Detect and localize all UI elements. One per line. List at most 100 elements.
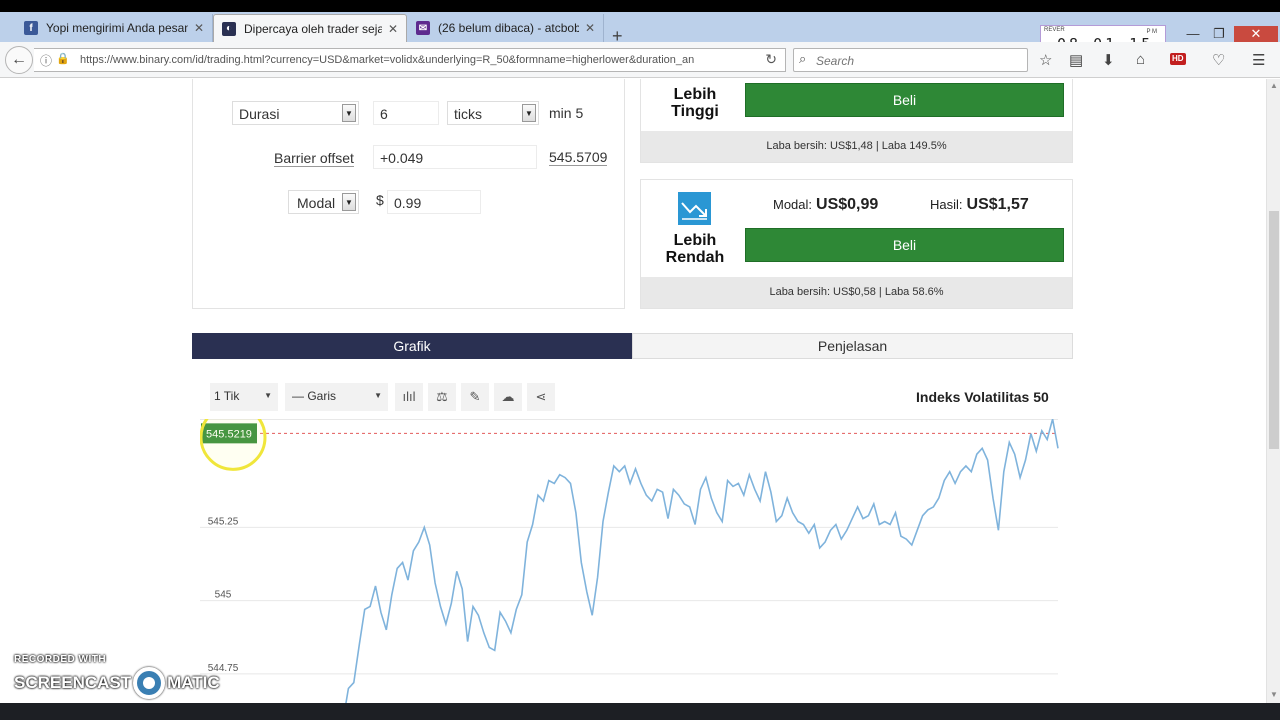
amount-input[interactable]: 0.99 bbox=[387, 190, 481, 214]
duration-unit-select[interactable]: ticks ▼ bbox=[447, 101, 539, 125]
chart-type-dropdown[interactable]: — Garis ▼ bbox=[285, 383, 388, 411]
contract-title-line: Lebih bbox=[673, 86, 717, 103]
buy-lower-button[interactable]: Beli bbox=[745, 228, 1064, 262]
watermark-left: SCREENCAST bbox=[14, 673, 132, 692]
chevron-down-icon: ▼ bbox=[342, 104, 356, 122]
browser-tab-strip: f Yopi mengirimi Anda pesan ✕ ◐ Dipercay… bbox=[0, 12, 1280, 59]
os-taskbar bbox=[0, 703, 1280, 720]
browser-tab-facebook[interactable]: f Yopi mengirimi Anda pesan ✕ bbox=[16, 14, 213, 42]
trade-form-panel: Durasi ▼ 6 ticks ▼ min 5 Barrier offset … bbox=[192, 79, 625, 309]
close-window-button[interactable]: ✕ bbox=[1234, 26, 1278, 42]
barrier-offset-input[interactable]: +0.049 bbox=[373, 145, 537, 169]
downloads-icon[interactable]: ⬇ bbox=[1102, 51, 1115, 69]
falling-arrow-icon bbox=[681, 202, 707, 220]
binary-site-icon: ◐ bbox=[222, 21, 236, 36]
cursor-highlight bbox=[200, 419, 267, 471]
chevron-down-icon: ▼ bbox=[522, 104, 536, 122]
tab-label: Dipercaya oleh trader sejak... bbox=[244, 21, 382, 36]
y-tick-label: 545.25 bbox=[208, 516, 239, 527]
lower-trend-icon bbox=[678, 192, 711, 225]
contract-title-line: Lebih bbox=[673, 232, 717, 249]
tab-label: (26 belum dibaca) - atcbob... bbox=[438, 21, 579, 35]
caret-down-icon: ▼ bbox=[374, 391, 382, 400]
contract-higher: Lebih Tinggi Beli Laba bersih: US$1,48 |… bbox=[640, 79, 1073, 163]
chart-tabs: Grafik Penjelasan bbox=[192, 333, 1073, 359]
screen: f Yopi mengirimi Anda pesan ✕ ◐ Dipercay… bbox=[0, 0, 1280, 720]
duration-min-hint: min 5 bbox=[549, 105, 584, 121]
url-bar[interactable]: ⓘ 🔒 https://www.binary.com/id/trading.ht… bbox=[34, 48, 786, 72]
watermark-right: MATIC bbox=[167, 673, 220, 692]
amount-type-select[interactable]: Modal ▼ bbox=[288, 190, 359, 214]
close-tab-icon[interactable]: ✕ bbox=[194, 21, 204, 35]
price-chart[interactable]: 545.25545544.75 545.5219 bbox=[200, 419, 1066, 703]
series-line bbox=[345, 419, 1059, 703]
contract-higher-profit: Laba bersih: US$1,48 | Laba 149.5% bbox=[641, 131, 1072, 162]
chart-title: Indeks Volatilitas 50 bbox=[916, 389, 1049, 405]
payout-value: US$1,57 bbox=[966, 196, 1029, 213]
payout-label: Hasil: bbox=[930, 197, 963, 212]
page-content: Durasi ▼ 6 ticks ▼ min 5 Barrier offset … bbox=[0, 79, 1266, 703]
browser-tab-binary[interactable]: ◐ Dipercaya oleh trader sejak... ✕ bbox=[213, 14, 407, 42]
screencast-logo-icon bbox=[133, 667, 166, 699]
search-input[interactable] bbox=[816, 52, 1016, 69]
url-text[interactable]: https://www.binary.com/id/trading.html?c… bbox=[80, 54, 694, 66]
reading-list-icon[interactable]: ▤ bbox=[1069, 51, 1083, 69]
navigation-bar: ← ⓘ 🔒 https://www.binary.com/id/trading.… bbox=[0, 42, 1280, 78]
chevron-down-icon: ▼ bbox=[342, 193, 356, 211]
contract-lower: Lebih Rendah Modal: US$0,99 Hasil: US$1,57… bbox=[640, 179, 1073, 309]
chart-type-value: — Garis bbox=[292, 389, 337, 403]
lock-icon: 🔒 bbox=[56, 53, 70, 65]
stake-value: US$0,99 bbox=[816, 196, 879, 213]
pocket-icon[interactable]: ♡ bbox=[1212, 51, 1225, 69]
hd-badge[interactable]: HD bbox=[1170, 53, 1186, 65]
compare-icon[interactable]: ⚖ bbox=[428, 383, 456, 411]
search-icon: ⌕ bbox=[799, 51, 807, 66]
scrollbar-thumb[interactable] bbox=[1269, 211, 1279, 449]
home-icon[interactable]: ⌂ bbox=[1136, 51, 1145, 68]
y-tick-label: 545 bbox=[215, 590, 232, 601]
contract-lower-profit: Laba bersih: US$0,58 | Laba 58.6% bbox=[641, 277, 1072, 308]
contract-lower-title: Lebih Rendah bbox=[653, 232, 737, 266]
menu-icon[interactable]: ☰ bbox=[1252, 51, 1265, 69]
mail-icon: ✉ bbox=[416, 21, 430, 35]
scroll-up-icon[interactable]: ▲ bbox=[1270, 81, 1278, 90]
clock-ampm: P M bbox=[1146, 29, 1157, 35]
info-icon[interactable]: ⓘ bbox=[40, 52, 52, 69]
indicators-icon[interactable]: ılıl bbox=[395, 383, 423, 411]
currency-symbol: $ bbox=[376, 192, 384, 208]
back-button[interactable]: ← bbox=[5, 46, 33, 74]
chart-grid bbox=[200, 419, 1058, 675]
contract-title-line: Tinggi bbox=[671, 103, 719, 120]
screen-top-bar bbox=[0, 0, 1280, 12]
bookmark-star-icon[interactable]: ☆ bbox=[1039, 51, 1052, 69]
search-box[interactable]: ⌕ bbox=[793, 48, 1028, 72]
tab-label: Yopi mengirimi Anda pesan bbox=[46, 21, 188, 35]
watermark-line1: RECORDED WITH bbox=[14, 654, 107, 665]
duration-select[interactable]: Durasi ▼ bbox=[232, 101, 359, 125]
duration-input[interactable]: 6 bbox=[373, 101, 439, 125]
tab-explanation[interactable]: Penjelasan bbox=[632, 333, 1073, 359]
download-icon[interactable]: ☁ bbox=[494, 383, 522, 411]
stake-label: Modal: bbox=[773, 197, 813, 212]
payout-info: Hasil: US$1,57 bbox=[930, 196, 1029, 214]
reload-icon[interactable]: ↻ bbox=[765, 51, 777, 68]
page-scrollbar[interactable]: ▲ ▼ bbox=[1266, 79, 1280, 703]
timeframe-dropdown[interactable]: 1 Tik ▼ bbox=[210, 383, 278, 411]
close-tab-icon[interactable]: ✕ bbox=[585, 21, 595, 35]
browser-tab-mail[interactable]: ✉ (26 belum dibaca) - atcbob... ✕ bbox=[408, 14, 604, 42]
clock-brand: REVER bbox=[1044, 27, 1065, 33]
stake-info: Modal: US$0,99 bbox=[773, 196, 878, 214]
close-tab-icon[interactable]: ✕ bbox=[388, 22, 398, 36]
timeframe-value: 1 Tik bbox=[214, 389, 240, 403]
restore-button[interactable]: ❐ bbox=[1206, 26, 1232, 42]
caret-down-icon: ▼ bbox=[264, 391, 272, 400]
contract-higher-title: Lebih Tinggi bbox=[653, 86, 737, 120]
share-icon[interactable]: ⋖ bbox=[527, 383, 555, 411]
barrier-offset-label[interactable]: Barrier offset bbox=[274, 150, 354, 167]
draw-icon[interactable]: ✎ bbox=[461, 383, 489, 411]
scroll-down-icon[interactable]: ▼ bbox=[1270, 690, 1278, 699]
tab-chart[interactable]: Grafik bbox=[192, 333, 632, 359]
barrier-price: 545.5709 bbox=[549, 149, 608, 166]
minimize-button[interactable]: — bbox=[1180, 26, 1206, 42]
buy-higher-button[interactable]: Beli bbox=[745, 83, 1064, 117]
